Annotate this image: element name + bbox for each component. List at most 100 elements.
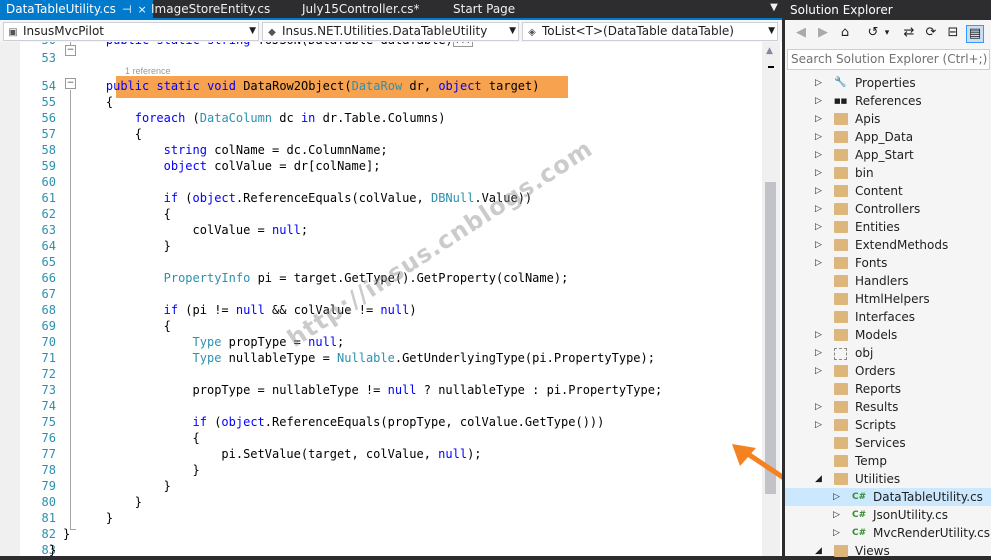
show-all-files-icon[interactable]: ▤ [966, 25, 984, 43]
tree-item-apis[interactable]: ▷ Apis [785, 110, 991, 128]
references-icon: ■■ [834, 97, 848, 105]
tree-item-htmlhelpers[interactable]: HtmlHelpers [785, 290, 991, 308]
tree-item-references[interactable]: ▷ ■■ References [785, 92, 991, 110]
solution-explorer-title: Solution Explorer [785, 0, 991, 20]
tree-item-models[interactable]: ▷ Models [785, 326, 991, 344]
tree-item-label: Results [855, 400, 899, 414]
collapse-all-icon[interactable]: ⊟ [945, 25, 961, 41]
expand-arrow-icon[interactable]: ▷ [815, 128, 822, 146]
fold-toggle-icon[interactable]: − [65, 45, 76, 56]
tree-item-obj[interactable]: ▷ obj [785, 344, 991, 362]
tree-item-app-start[interactable]: ▷ App_Start [785, 146, 991, 164]
expand-arrow-icon[interactable]: ▷ [833, 506, 840, 524]
code-text: if (object.ReferenceEquals(propType, col… [192, 415, 605, 429]
tab-july15controller[interactable]: July15Controller.cs* [302, 0, 419, 18]
expand-arrow-icon[interactable]: ▷ [815, 146, 822, 164]
chevron-down-icon: ▼ [249, 26, 256, 36]
tree-item-services[interactable]: Services [785, 434, 991, 452]
code-text: { [105, 95, 114, 109]
tree-item-handlers[interactable]: Handlers [785, 272, 991, 290]
chevron-down-icon[interactable]: ▾ [879, 25, 895, 41]
tree-item-results[interactable]: ▷ Results [785, 398, 991, 416]
line-number: 67 [41, 287, 56, 301]
expanded-arrow-icon[interactable]: ◢ [815, 470, 822, 488]
code-text: } [163, 479, 171, 493]
expand-arrow-icon[interactable]: ▷ [815, 398, 822, 416]
scroll-up-icon[interactable]: ▲ [766, 46, 773, 56]
line-number: 80 [41, 495, 56, 509]
tree-item-content[interactable]: ▷ Content [785, 182, 991, 200]
expanded-arrow-icon[interactable]: ◢ [815, 542, 822, 560]
expand-arrow-icon[interactable]: ▷ [815, 344, 822, 362]
expand-arrow-icon[interactable]: ▷ [815, 416, 822, 434]
tab-overflow-dropdown-icon[interactable]: ▼ [768, 2, 780, 16]
tree-item-properties[interactable]: ▷ 🔧 Properties [785, 74, 991, 92]
close-tab-icon[interactable]: × [138, 3, 147, 16]
member-dropdown[interactable]: ◈ ToList<T>(DataTable dataTable) ▼ [522, 22, 778, 41]
expand-arrow-icon[interactable]: ▷ [815, 200, 822, 218]
tree-item-orders[interactable]: ▷ Orders [785, 362, 991, 380]
tree-item-scripts[interactable]: ▷ Scripts [785, 416, 991, 434]
refresh-icon[interactable]: ⟳ [923, 25, 939, 41]
expand-arrow-icon[interactable]: ▷ [833, 488, 840, 506]
tree-item-mvcrenderutility-cs[interactable]: ▷ C# MvcRenderUtility.cs [785, 524, 991, 542]
tab-datatableutility[interactable]: DataTableUtility.cs ⊣ × [0, 0, 153, 18]
expand-arrow-icon[interactable]: ▷ [815, 362, 822, 380]
tab-label: ImageStoreEntity.cs [151, 2, 271, 16]
tree-item-label: Temp [855, 454, 887, 468]
tree-item-label: ExtendMethods [855, 238, 949, 252]
tree-item-label: Orders [855, 364, 896, 378]
tree-item-jsonutility-cs[interactable]: ▷ C# JsonUtility.cs [785, 506, 991, 524]
method-icon: ◈ [528, 27, 536, 38]
line-number: 56 [41, 111, 56, 125]
home-icon[interactable]: ⌂ [837, 25, 853, 41]
expand-arrow-icon[interactable]: ▷ [815, 326, 822, 344]
pin-icon[interactable]: ⊣ [122, 3, 132, 16]
tab-imagestoreentity[interactable]: ImageStoreEntity.cs [151, 0, 270, 18]
line-number: 62 [41, 207, 56, 221]
fold-toggle-icon[interactable]: − [65, 78, 76, 89]
folder-open-icon [834, 473, 848, 485]
line-number: 57 [41, 127, 56, 141]
folder-icon [834, 221, 848, 233]
collapsed-region-marker[interactable]: ... [452, 42, 474, 47]
expand-arrow-icon[interactable]: ▷ [815, 254, 822, 272]
code-text: { [163, 207, 171, 221]
code-area[interactable]: 50 public static string ToJSON(DataTable … [20, 42, 762, 556]
folder-icon [834, 311, 848, 323]
tree-item-extendmethods[interactable]: ▷ ExtendMethods [785, 236, 991, 254]
codelens-references[interactable]: 1 reference [125, 66, 171, 76]
sync-icon[interactable]: ⇄ [901, 25, 917, 41]
expand-arrow-icon[interactable]: ▷ [815, 218, 822, 236]
expand-arrow-icon[interactable]: ▷ [815, 236, 822, 254]
expand-arrow-icon[interactable]: ▷ [815, 182, 822, 200]
tree-item-fonts[interactable]: ▷ Fonts [785, 254, 991, 272]
code-editor[interactable]: 50 public static string ToJSON(DataTable … [0, 42, 782, 556]
tree-item-app-data[interactable]: ▷ App_Data [785, 128, 991, 146]
code-text: public static string ToJSON(DataTable da… [106, 42, 474, 48]
tree-item-datatableutility-cs[interactable]: ▷ C# DataTableUtility.cs [785, 488, 991, 506]
tab-start-page[interactable]: Start Page [453, 0, 515, 18]
expand-arrow-icon[interactable]: ▷ [833, 524, 840, 542]
expand-arrow-icon[interactable]: ▷ [815, 92, 822, 110]
tree-item-temp[interactable]: Temp [785, 452, 991, 470]
tree-item-reports[interactable]: Reports [785, 380, 991, 398]
tree-item-views[interactable]: ◢ Views [785, 542, 991, 560]
tree-item-utilities[interactable]: ◢ Utilities [785, 470, 991, 488]
code-text: foreach (DataColumn dc in dr.Table.Colum… [134, 111, 446, 125]
expand-arrow-icon[interactable]: ▷ [815, 74, 822, 92]
code-text: pi.SetValue(target, colValue, null); [221, 447, 482, 461]
tree-item-interfaces[interactable]: Interfaces [785, 308, 991, 326]
tree-item-bin[interactable]: ▷ bin [785, 164, 991, 182]
solution-explorer-search-input[interactable]: Search Solution Explorer (Ctrl+;) [787, 49, 990, 70]
expand-arrow-icon[interactable]: ▷ [815, 164, 822, 182]
back-icon[interactable]: ◀ [793, 25, 809, 41]
code-text: { [134, 127, 142, 141]
tree-item-label: Content [855, 184, 903, 198]
expand-arrow-icon[interactable]: ▷ [815, 110, 822, 128]
project-dropdown[interactable]: ▣ InsusMvcPilot ▼ [3, 22, 259, 41]
tree-item-controllers[interactable]: ▷ Controllers [785, 200, 991, 218]
tree-item-entities[interactable]: ▷ Entities [785, 218, 991, 236]
forward-icon[interactable]: ▶ [815, 25, 831, 41]
class-dropdown[interactable]: ◆ Insus.NET.Utilities.DataTableUtility ▼ [262, 22, 519, 41]
